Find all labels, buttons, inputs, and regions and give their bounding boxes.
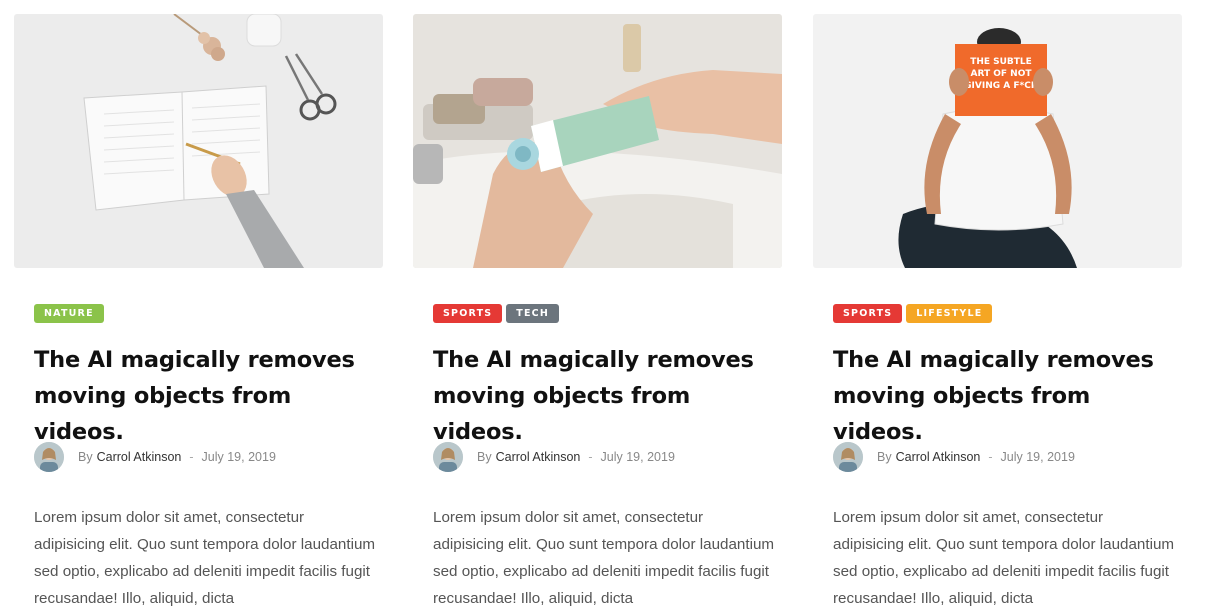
- soap-packaging-photo: [413, 14, 782, 268]
- tag-nature[interactable]: NATURE: [34, 304, 104, 323]
- post-excerpt: Lorem ipsum dolor sit amet, consectetur …: [433, 509, 775, 607]
- author-link[interactable]: Carrol Atkinson: [896, 450, 981, 464]
- post-title[interactable]: The AI magically removes moving objects …: [433, 342, 778, 450]
- author-avatar[interactable]: [833, 442, 863, 472]
- svg-text:ART OF NOT: ART OF NOT: [970, 69, 1032, 79]
- post-meta: By Carrol Atkinson - July 19, 2019: [833, 442, 1075, 472]
- by-label: By: [477, 450, 492, 464]
- meta-separator: -: [189, 450, 194, 464]
- author-link[interactable]: Carrol Atkinson: [97, 450, 182, 464]
- tag-lifestyle[interactable]: LIFESTYLE: [906, 304, 993, 323]
- post-meta: By Carrol Atkinson - July 19, 2019: [34, 442, 276, 472]
- post-card: NATURE The AI magically removes moving o…: [14, 14, 384, 614]
- svg-text:GIVING A F*CK: GIVING A F*CK: [964, 81, 1039, 91]
- post-thumbnail-soap[interactable]: [413, 14, 782, 268]
- tag-list: SPORTS TECH: [433, 304, 559, 323]
- post-date: July 19, 2019: [1000, 450, 1075, 464]
- notebook-photo: [14, 14, 383, 268]
- post-date: July 19, 2019: [201, 450, 276, 464]
- tag-list: SPORTS LIFESTYLE: [833, 304, 993, 323]
- post-meta: By Carrol Atkinson - July 19, 2019: [433, 442, 675, 472]
- tag-tech[interactable]: TECH: [506, 304, 559, 323]
- post-date: July 19, 2019: [600, 450, 675, 464]
- author-link[interactable]: Carrol Atkinson: [496, 450, 581, 464]
- author-avatar[interactable]: [34, 442, 64, 472]
- post-thumbnail-reader[interactable]: THE SUBTLE ART OF NOT GIVING A F*CK: [813, 14, 1182, 268]
- tag-sports[interactable]: SPORTS: [833, 304, 903, 323]
- book-cover-text: THE SUBTLE: [970, 57, 1032, 67]
- post-card: THE SUBTLE ART OF NOT GIVING A F*CK SPOR…: [813, 14, 1183, 614]
- by-label: By: [78, 450, 93, 464]
- author-avatar[interactable]: [433, 442, 463, 472]
- post-title[interactable]: The AI magically removes moving objects …: [833, 342, 1178, 450]
- post-card: SPORTS TECH The AI magically removes mov…: [413, 14, 783, 614]
- post-title[interactable]: The AI magically removes moving objects …: [34, 342, 379, 450]
- tag-sports[interactable]: SPORTS: [433, 304, 503, 323]
- meta-separator: -: [988, 450, 993, 464]
- post-thumbnail-notebook[interactable]: [14, 14, 383, 268]
- tag-list: NATURE: [34, 304, 104, 323]
- man-reading-book-photo: THE SUBTLE ART OF NOT GIVING A F*CK: [813, 14, 1182, 268]
- post-excerpt: Lorem ipsum dolor sit amet, consectetur …: [34, 509, 376, 607]
- by-label: By: [877, 450, 892, 464]
- post-excerpt: Lorem ipsum dolor sit amet, consectetur …: [833, 509, 1175, 607]
- meta-separator: -: [588, 450, 593, 464]
